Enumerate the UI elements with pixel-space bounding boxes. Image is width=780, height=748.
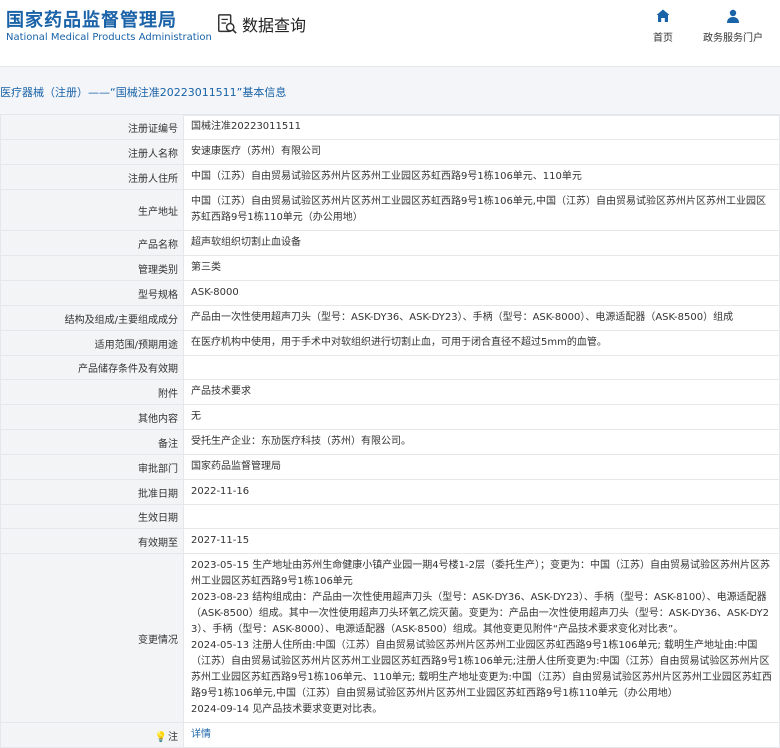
site-logo-cn[interactable]: 国家药品监督管理局 [6, 6, 177, 32]
field-label: 备注 [0, 429, 184, 455]
field-value: 国家药品监督管理局 [183, 454, 780, 480]
field-label: 适用范围/预期用途 [0, 330, 184, 356]
field-label: 有效期至 [0, 528, 184, 554]
field-value: 中国（江苏）自由贸易试验区苏州片区苏州工业园区苏虹西路9号1栋106单元、110… [183, 164, 780, 190]
table-row: 附件 产品技术要求 [0, 379, 780, 405]
table-row: 型号规格 ASK-8000 [0, 280, 780, 306]
data-query-label: 数据查询 [242, 16, 307, 35]
change-entry: 2023-05-15 生产地址由苏州生命健康小镇产业园一期4号楼1-2层（委托生… [191, 560, 770, 587]
table-row: 生产地址 中国（江苏）自由贸易试验区苏州片区苏州工业园区苏虹西路9号1栋106单… [0, 189, 780, 231]
table-row: 批准日期 2022-11-16 [0, 479, 780, 505]
table-row: 注册证编号 国械注准20223011511 [0, 114, 780, 140]
table-row: 其他内容 无 [0, 404, 780, 430]
data-query-link[interactable]: 数据查询 [216, 12, 306, 36]
change-entry: 2023-08-23 结构组成由：产品由一次性使用超声刀头（型号：ASK-DY3… [191, 592, 769, 635]
field-label: 批准日期 [0, 479, 184, 505]
change-entry: 2024-05-13 注册人住所由:中国（江苏）自由贸易试验区苏州片区苏州工业园… [191, 640, 772, 699]
nav-home-label: 首页 [653, 33, 673, 44]
table-row: 生效日期 [0, 504, 780, 529]
table-row: 产品储存条件及有效期 [0, 355, 780, 380]
document-search-icon [218, 14, 237, 34]
site-header: 国家药品监督管理局 National Medical Products Admi… [0, 0, 780, 62]
field-label: 附件 [0, 379, 184, 405]
field-value: ASK-8000 [183, 280, 780, 306]
field-value: 产品技术要求 [183, 379, 780, 405]
note-label-cell: 💡注 [0, 722, 184, 748]
table-row: 审批部门 国家药品监督管理局 [0, 454, 780, 480]
field-label: 变更情况 [0, 553, 184, 723]
field-label: 产品储存条件及有效期 [0, 355, 184, 380]
site-logo-en[interactable]: National Medical Products Administration [6, 32, 212, 43]
table-row: 注册人名称 安速康医疗（苏州）有限公司 [0, 139, 780, 165]
field-label: 生产地址 [0, 189, 184, 231]
field-value: 受托生产企业：东劢医疗科技（苏州）有限公司。 [183, 429, 780, 455]
field-value: 2027-11-15 [183, 528, 780, 554]
field-label: 管理类别 [0, 255, 184, 281]
nav-gov-service[interactable]: 政务服务门户 [700, 8, 766, 44]
registration-info-table: 注册证编号 国械注准20223011511 注册人名称 安速康医疗（苏州）有限公… [0, 114, 780, 748]
table-row: 备注 受托生产企业：东劢医疗科技（苏州）有限公司。 [0, 429, 780, 455]
table-row: 管理类别 第三类 [0, 255, 780, 281]
breadcrumb-bar: 医疗器械（注册）——“国械注准20223011511”基本信息 [0, 66, 780, 116]
field-value: 超声软组织切割止血设备 [183, 230, 780, 256]
field-label: 其他内容 [0, 404, 184, 430]
table-row: 产品名称 超声软组织切割止血设备 [0, 230, 780, 256]
note-label: 注 [168, 731, 178, 743]
user-icon [727, 9, 739, 23]
field-label: 结构及组成/主要组成成分 [0, 305, 184, 331]
lightbulb-icon: 💡 [154, 731, 167, 743]
table-row: 结构及组成/主要组成成分 产品由一次性使用超声刀头（型号：ASK-DY36、AS… [0, 305, 780, 331]
field-label: 型号规格 [0, 280, 184, 306]
field-value: 在医疗机构中使用，用于手术中对软组织进行切割止血，可用于闭合直径不超过5mm的血… [183, 330, 780, 356]
field-value: 产品由一次性使用超声刀头（型号：ASK-DY36、ASK-DY23）、手柄（型号… [183, 305, 780, 331]
table-row: 适用范围/预期用途 在医疗机构中使用，用于手术中对软组织进行切割止血，可用于闭合… [0, 330, 780, 356]
field-label: 生效日期 [0, 504, 184, 529]
change-history: 2023-05-15 生产地址由苏州生命健康小镇产业园一期4号楼1-2层（委托生… [183, 553, 780, 723]
field-value: 安速康医疗（苏州）有限公司 [183, 139, 780, 165]
field-value: 无 [183, 404, 780, 430]
table-row-changes: 变更情况 2023-05-15 生产地址由苏州生命健康小镇产业园一期4号楼1-2… [0, 553, 780, 723]
field-label: 注册人名称 [0, 139, 184, 165]
table-row: 有效期至 2027-11-15 [0, 528, 780, 554]
note-value: 详情 [183, 722, 780, 748]
breadcrumb: 医疗器械（注册）——“国械注准20223011511”基本信息 [0, 86, 287, 99]
field-value [183, 355, 780, 380]
nav-gov-label: 政务服务门户 [703, 33, 763, 44]
field-value: 国械注准20223011511 [183, 114, 780, 140]
details-link[interactable]: 详情 [191, 729, 211, 740]
table-row: 注册人住所 中国（江苏）自由贸易试验区苏州片区苏州工业园区苏虹西路9号1栋106… [0, 164, 780, 190]
field-value: 第三类 [183, 255, 780, 281]
field-label: 注册证编号 [0, 114, 184, 140]
field-label: 审批部门 [0, 454, 184, 480]
field-value: 中国（江苏）自由贸易试验区苏州片区苏州工业园区苏虹西路9号1栋106单元,中国（… [183, 189, 780, 231]
field-value: 2022-11-16 [183, 479, 780, 505]
nav-home[interactable]: 首页 [651, 8, 675, 44]
field-value [183, 504, 780, 529]
table-row-note: 💡注 详情 [0, 722, 780, 748]
home-icon [656, 9, 670, 22]
field-label: 注册人住所 [0, 164, 184, 190]
change-entry: 2024-09-14 见产品技术要求变更对比表。 [191, 704, 383, 715]
field-label: 产品名称 [0, 230, 184, 256]
